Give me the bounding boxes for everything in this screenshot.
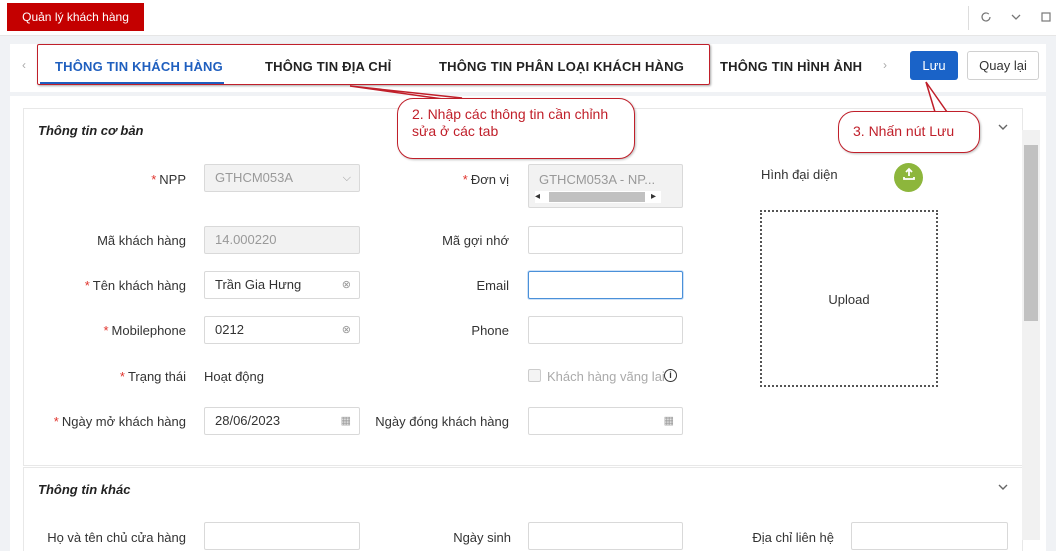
tab-scroll-left-icon[interactable]: ‹ bbox=[22, 58, 26, 72]
fullscreen-icon[interactable] bbox=[1035, 8, 1056, 30]
tab-scroll-right-icon[interactable]: › bbox=[883, 58, 887, 72]
chevron-down-icon[interactable] bbox=[1005, 8, 1027, 30]
npp-select[interactable]: GTHCM053A ⌵ bbox=[204, 164, 360, 192]
upload-icon[interactable] bbox=[894, 163, 923, 192]
collapse-other-icon[interactable] bbox=[997, 481, 1009, 496]
info-icon[interactable]: i bbox=[664, 369, 677, 382]
back-button[interactable]: Quay lại bbox=[967, 51, 1039, 80]
ten-khach-hang-value: Trần Gia Hưng bbox=[215, 277, 302, 292]
tab-thong-tin-hinh-anh[interactable]: THÔNG TIN HÌNH ẢNH bbox=[720, 59, 862, 74]
ma-goi-nho-input[interactable] bbox=[528, 226, 683, 254]
annotation-step3: 3. Nhấn nút Lưu bbox=[838, 111, 980, 153]
owner-name-label: Họ và tên chủ cửa hàng bbox=[47, 530, 186, 545]
avatar-label: Hình đại diện bbox=[761, 167, 838, 182]
ma-khach-hang-field[interactable]: 14.000220 bbox=[204, 226, 360, 254]
trang-thai-label: * Trạng thái bbox=[119, 369, 186, 384]
section-title-basic: Thông tin cơ bản bbox=[38, 123, 144, 138]
ngay-mo-date-input[interactable]: 28/06/2023 ▦ bbox=[204, 407, 360, 435]
calendar-icon[interactable]: ▦ bbox=[341, 408, 351, 434]
scroll-thumb[interactable] bbox=[549, 192, 645, 202]
ngay-mo-value: 28/06/2023 bbox=[215, 413, 281, 428]
top-bar: Quản lý khách hàng bbox=[0, 0, 1056, 36]
phone-input[interactable] bbox=[528, 316, 683, 344]
collapse-basic-icon[interactable] bbox=[997, 121, 1009, 136]
scroll-right-icon[interactable]: ▸ bbox=[651, 191, 661, 203]
annotation-tabs-highlight bbox=[37, 44, 710, 85]
mobilephone-input[interactable]: 0212 ⊗ bbox=[204, 316, 360, 344]
clear-icon[interactable]: ⊗ bbox=[342, 317, 351, 343]
avatar-upload-area[interactable]: Upload bbox=[760, 210, 938, 387]
ma-goi-nho-label: Mã gợi nhớ bbox=[442, 233, 509, 248]
don-vi-select[interactable]: GTHCM053A - NP... ◂ ▸ bbox=[528, 164, 683, 208]
refresh-icon[interactable] bbox=[975, 8, 997, 30]
page-scroll-thumb[interactable] bbox=[1024, 145, 1038, 321]
mobilephone-label: * Mobilephone bbox=[103, 323, 186, 338]
owner-name-input[interactable] bbox=[204, 522, 360, 550]
don-vi-scrollbar[interactable]: ◂ ▸ bbox=[535, 191, 661, 203]
trang-thai-value: Hoạt động bbox=[204, 369, 264, 384]
ten-khach-hang-label: * Tên khách hàng bbox=[84, 278, 186, 293]
npp-value: GTHCM053A bbox=[215, 170, 294, 185]
birthday-label: Ngày sinh bbox=[453, 530, 511, 545]
khach-hang-vang-lai-checkbox[interactable] bbox=[528, 369, 541, 382]
ngay-dong-label: Ngày đóng khách hàng bbox=[375, 414, 509, 429]
ngay-dong-date-input[interactable]: ▦ bbox=[528, 407, 683, 435]
birthday-date-input[interactable] bbox=[528, 522, 683, 550]
email-input[interactable] bbox=[528, 271, 683, 299]
npp-label: * NPP bbox=[151, 172, 186, 187]
contact-address-label: Địa chỉ liên hệ bbox=[752, 530, 834, 545]
khach-hang-vang-lai-label: Khách hàng vãng lai bbox=[547, 369, 665, 384]
ten-khach-hang-input[interactable]: Trần Gia Hưng ⊗ bbox=[204, 271, 360, 299]
don-vi-label: * Đơn vị bbox=[462, 172, 509, 187]
ngay-mo-label: * Ngày mở khách hàng bbox=[53, 414, 186, 429]
mobilephone-value: 0212 bbox=[215, 322, 244, 337]
save-button[interactable]: Lưu bbox=[910, 51, 958, 80]
annotation-step2: 2. Nhập các thông tin cần chỉnh sửa ở cá… bbox=[397, 98, 635, 159]
calendar-icon[interactable]: ▦ bbox=[664, 408, 674, 434]
chevron-down-icon: ⌵ bbox=[342, 172, 351, 184]
clear-icon[interactable]: ⊗ bbox=[342, 272, 351, 298]
app-tab-quan-ly-khach-hang[interactable]: Quản lý khách hàng bbox=[7, 3, 144, 31]
ma-khach-hang-label: Mã khách hàng bbox=[97, 233, 186, 248]
phone-label: Phone bbox=[471, 323, 509, 338]
divider bbox=[968, 6, 969, 30]
email-label: Email bbox=[476, 278, 509, 293]
section-title-other: Thông tin khác bbox=[38, 482, 131, 497]
contact-address-input[interactable] bbox=[851, 522, 1008, 550]
scroll-left-icon[interactable]: ◂ bbox=[535, 191, 545, 203]
don-vi-value: GTHCM053A - NP... bbox=[539, 172, 656, 187]
